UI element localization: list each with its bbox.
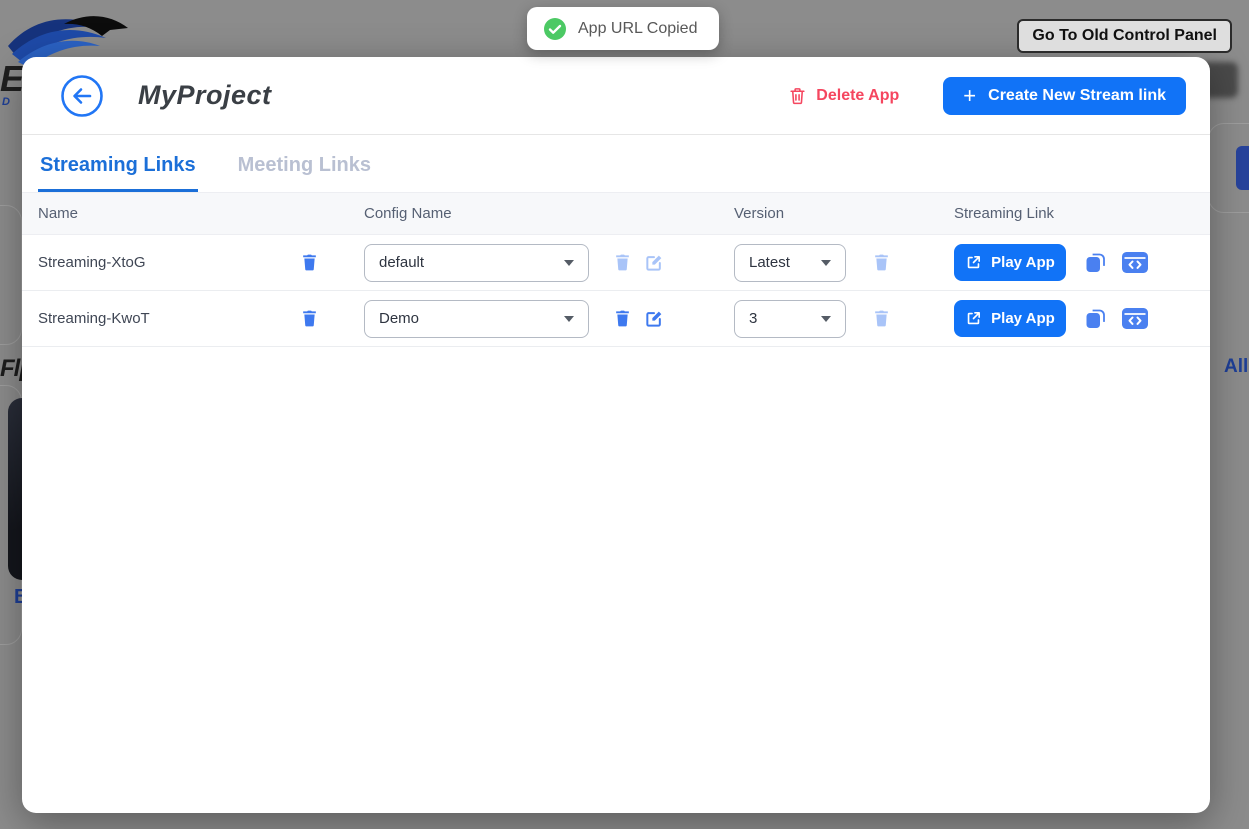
config-name-value: Demo: [379, 310, 419, 327]
delete-stream-button[interactable]: [300, 308, 319, 329]
play-app-button[interactable]: Play App: [954, 244, 1066, 281]
table-row: Streaming-XtoG default: [22, 235, 1210, 291]
check-circle-icon: [543, 17, 567, 41]
trash-icon: [872, 252, 891, 273]
copy-link-button[interactable]: [1084, 250, 1108, 275]
view-all-link-fragment: All: [1224, 356, 1248, 378]
column-header-version: Version: [734, 205, 954, 222]
config-name-value: default: [379, 254, 424, 271]
delete-version-button[interactable]: [872, 308, 891, 329]
code-window-icon: [1122, 252, 1148, 273]
go-to-old-control-panel-button[interactable]: Go To Old Control Panel: [1017, 19, 1232, 53]
column-header-name: Name: [38, 205, 364, 222]
plus-icon: +: [963, 85, 976, 107]
stream-name: Streaming-XtoG: [38, 254, 300, 271]
stream-name: Streaming-KwoT: [38, 310, 300, 327]
create-new-stream-link-label: Create New Stream link: [988, 87, 1166, 105]
column-header-streaming-link: Streaming Link: [954, 205, 1194, 222]
trash-icon: [300, 252, 319, 273]
edit-icon: [644, 253, 664, 273]
trash-icon: [872, 308, 891, 329]
config-name-select[interactable]: Demo: [364, 300, 589, 338]
chevron-down-icon: [821, 316, 831, 322]
embed-code-button[interactable]: [1122, 252, 1148, 273]
page-title: MyProject: [138, 80, 272, 111]
version-select[interactable]: Latest: [734, 244, 846, 282]
external-link-icon: [965, 310, 982, 327]
copy-icon: [1084, 306, 1108, 331]
chevron-down-icon: [564, 260, 574, 266]
version-select[interactable]: 3: [734, 300, 846, 338]
table-row: Streaming-KwoT Demo: [22, 291, 1210, 347]
embed-code-button[interactable]: [1122, 308, 1148, 329]
create-new-stream-link-button[interactable]: + Create New Stream link: [943, 77, 1186, 115]
chevron-down-icon: [564, 316, 574, 322]
trash-icon: [613, 252, 632, 273]
version-value: Latest: [749, 254, 790, 271]
modal-header: MyProject Delete App + Create New Stream…: [22, 57, 1210, 135]
tab-streaming-links[interactable]: Streaming Links: [38, 154, 198, 192]
trash-icon: [613, 308, 632, 329]
delete-app-label: Delete App: [816, 87, 899, 105]
table-header-row: Name Config Name Version Streaming Link: [22, 192, 1210, 235]
toast-message: App URL Copied: [578, 20, 697, 38]
edit-config-button[interactable]: [644, 253, 664, 273]
delete-stream-button[interactable]: [300, 252, 319, 273]
chevron-down-icon: [821, 260, 831, 266]
edit-icon: [644, 309, 664, 329]
config-name-select[interactable]: default: [364, 244, 589, 282]
version-value: 3: [749, 310, 757, 327]
play-app-label: Play App: [991, 310, 1055, 327]
column-header-config-name: Config Name: [364, 205, 734, 222]
tab-bar: Streaming Links Meeting Links: [22, 135, 1210, 192]
delete-app-button[interactable]: Delete App: [788, 86, 899, 106]
copy-icon: [1084, 250, 1108, 275]
background-card-left: [0, 205, 22, 345]
edit-config-button[interactable]: [644, 309, 664, 329]
background-card-right: [1208, 123, 1249, 213]
project-modal: MyProject Delete App + Create New Stream…: [22, 57, 1210, 813]
trash-outline-icon: [788, 86, 807, 106]
logo-tagline-fragment: D: [2, 96, 10, 108]
code-window-icon: [1122, 308, 1148, 329]
tab-meeting-links[interactable]: Meeting Links: [236, 154, 373, 192]
delete-config-button[interactable]: [613, 252, 632, 273]
delete-version-button[interactable]: [872, 252, 891, 273]
arrow-left-icon: [60, 74, 104, 118]
play-app-button[interactable]: Play App: [954, 300, 1066, 337]
copy-link-button[interactable]: [1084, 306, 1108, 331]
play-app-label: Play App: [991, 254, 1055, 271]
trash-icon: [300, 308, 319, 329]
back-button[interactable]: [60, 74, 104, 118]
toast-notification: App URL Copied: [527, 7, 719, 50]
delete-config-button[interactable]: [613, 308, 632, 329]
external-link-icon: [965, 254, 982, 271]
